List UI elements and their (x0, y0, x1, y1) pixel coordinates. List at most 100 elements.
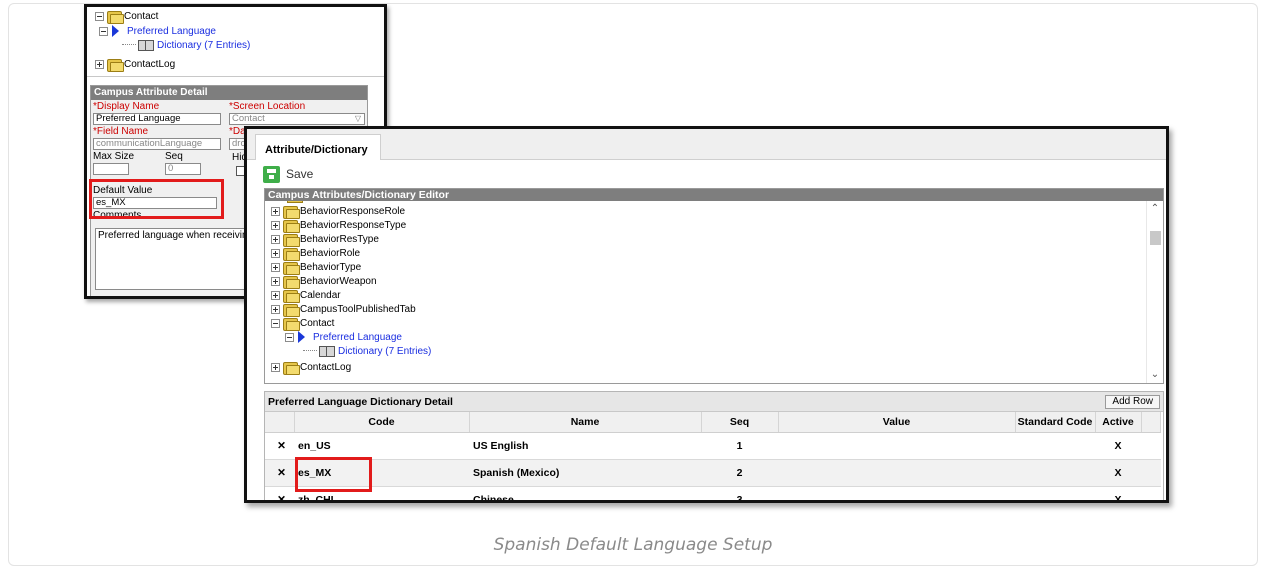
tree-node-label: CampusToolPublishedTab (300, 303, 416, 315)
delete-row-icon[interactable]: ✕ (265, 459, 294, 487)
display-name-input[interactable]: Preferred Language (93, 113, 221, 125)
chevron-down-icon: ▽ (354, 114, 361, 123)
dictionary-editor: Campus Attributes/Dictionary Editor Beha… (264, 188, 1164, 384)
save-icon (263, 165, 280, 183)
expand-icon[interactable] (271, 262, 280, 272)
tree-node[interactable]: Calendar (271, 288, 341, 303)
expand-icon[interactable] (271, 362, 280, 372)
collapse-icon[interactable] (95, 11, 104, 21)
collapse-icon[interactable] (99, 26, 108, 36)
save-button[interactable]: Save (263, 165, 313, 183)
detail-header: Campus Attribute Detail (91, 86, 367, 100)
tree-node[interactable]: CampusToolPublishedTab (271, 302, 416, 317)
column-header-filler (1141, 412, 1161, 433)
folder-icon (282, 289, 300, 303)
tree-node[interactable]: BehaviorResponseRole (271, 204, 406, 219)
tree-node[interactable]: BehaviorWeapon (271, 274, 377, 289)
tree-node-contact[interactable]: Contact (95, 9, 159, 24)
tree-node-dictionary[interactable]: Dictionary (7 Entries) (122, 38, 250, 52)
tree-node-label: Preferred Language (313, 331, 402, 343)
tree-node-label: BehaviorWeapon (300, 275, 377, 287)
screen-location-value: Contact (232, 113, 265, 124)
max-size-label: Max Size (93, 151, 135, 162)
tree-node-contact[interactable]: Contact (271, 316, 335, 331)
tree-node[interactable]: BehaviorType (271, 260, 361, 275)
name-cell[interactable]: Chinese (469, 486, 701, 500)
tree-node-preferred-language[interactable]: Preferred Language (285, 330, 402, 344)
name-cell[interactable]: Spanish (Mexico) (469, 459, 701, 487)
tree-node-contactlog[interactable]: ContactLog (271, 360, 351, 375)
attribute-arrow-icon (298, 331, 305, 343)
folder-icon (282, 275, 300, 289)
folder-icon (282, 317, 300, 331)
field-name-input[interactable]: communicationLanguage (93, 138, 221, 150)
code-cell[interactable]: en_US (294, 432, 469, 460)
expand-icon[interactable] (271, 220, 280, 230)
seq-label: Seq (165, 151, 183, 162)
seq-input[interactable]: 0 (165, 163, 201, 175)
standard-code-cell[interactable] (1015, 432, 1095, 460)
tree-node-dictionary[interactable]: Dictionary (7 Entries) (303, 344, 431, 358)
delete-row-icon[interactable]: ✕ (265, 432, 294, 460)
standard-code-cell[interactable] (1015, 486, 1095, 500)
max-size-input[interactable] (93, 163, 129, 175)
tree-node-label: BehaviorRole (300, 247, 361, 259)
tree-node[interactable]: BehaviorRole (271, 246, 361, 261)
tree-connector (303, 344, 317, 351)
tree-node[interactable]: BehaviorResType (271, 232, 379, 247)
value-cell[interactable] (778, 432, 1015, 460)
active-cell[interactable]: X (1095, 459, 1141, 487)
vertical-scrollbar[interactable]: ⌃ ⌄ (1146, 201, 1163, 383)
tree-node[interactable]: BehaviorResponseType (271, 218, 406, 233)
tree-node-label: Contact (300, 317, 335, 329)
add-row-button[interactable]: Add Row (1105, 395, 1160, 409)
folder-icon (282, 303, 300, 317)
active-cell[interactable]: X (1095, 432, 1141, 460)
seq-cell[interactable]: 1 (701, 432, 778, 460)
dictionary-detail: Preferred Language Dictionary Detail Add… (264, 391, 1164, 500)
dictionary-header: Preferred Language Dictionary Detail Add… (265, 392, 1163, 412)
expand-icon[interactable] (271, 276, 280, 286)
standard-code-cell[interactable] (1015, 459, 1095, 487)
active-cell[interactable]: X (1095, 486, 1141, 500)
table-row: ✕ es_MX Spanish (Mexico) 2 X (265, 459, 1161, 487)
value-cell[interactable] (778, 486, 1015, 500)
tree-node-label: Dictionary (7 Entries) (338, 345, 432, 357)
tree-node-contactlog[interactable]: ContactLog (95, 57, 175, 72)
expand-icon[interactable] (271, 304, 280, 314)
column-header-name: Name (469, 412, 702, 433)
folder-icon (282, 261, 300, 275)
delete-row-icon[interactable]: ✕ (265, 486, 294, 500)
collapse-icon[interactable] (285, 332, 294, 342)
scroll-down-icon[interactable]: ⌄ (1147, 367, 1163, 383)
tab-bar: Attribute/Dictionary (247, 129, 1166, 160)
seq-cell[interactable]: 3 (701, 486, 778, 500)
collapse-icon[interactable] (271, 318, 280, 328)
screen-location-label: *Screen Location (229, 101, 306, 112)
screen-location-select[interactable]: Contact ▽ (229, 113, 365, 125)
editor-tree: BehaviorResponseRole BehaviorResponseTyp… (265, 201, 1145, 383)
expand-icon[interactable] (271, 290, 280, 300)
expand-icon[interactable] (271, 234, 280, 244)
column-header-value: Value (778, 412, 1016, 433)
tree-node-label: Preferred Language (127, 25, 216, 37)
figure-caption: Spanish Default Language Setup (493, 535, 773, 555)
tree-node-label: BehaviorResponseRole (300, 205, 406, 217)
tree-node-preferred-language[interactable]: Preferred Language (99, 24, 216, 38)
tree-node-label: Calendar (300, 289, 341, 301)
seq-cell[interactable]: 2 (701, 459, 778, 487)
column-header-seq: Seq (701, 412, 779, 433)
expand-icon[interactable] (271, 248, 280, 258)
value-cell[interactable] (778, 459, 1015, 487)
expand-icon[interactable] (271, 206, 280, 216)
name-cell[interactable]: US English (469, 432, 701, 460)
scrollbar-thumb[interactable] (1150, 231, 1161, 245)
table-row: ✕ en_US US English 1 X (265, 432, 1161, 460)
tab-attribute-dictionary[interactable]: Attribute/Dictionary (255, 134, 381, 160)
dictionary-book-icon (138, 39, 154, 51)
tree-node-label: Contact (124, 10, 159, 22)
es-mx-code-highlight (295, 457, 372, 492)
column-header-delete (265, 412, 295, 433)
expand-icon[interactable] (95, 59, 104, 69)
scroll-up-icon[interactable]: ⌃ (1147, 201, 1163, 217)
